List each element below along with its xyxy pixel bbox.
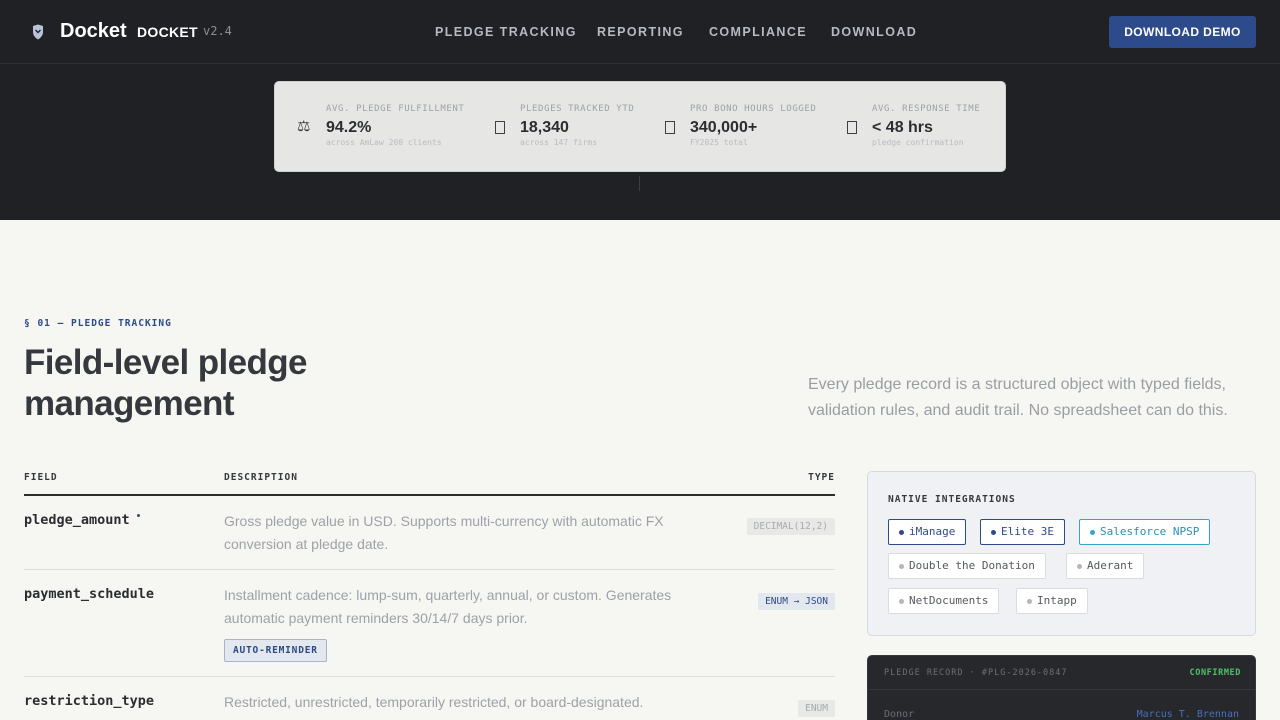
field-name: pledge_amount: [24, 512, 140, 528]
field-name-text: pledge_amount: [24, 512, 130, 528]
integration-chip-aderant[interactable]: Aderant: [1066, 553, 1145, 579]
section-title: Field-level pledge management: [24, 343, 307, 423]
status-dot-icon: [1090, 530, 1095, 535]
nav-reporting[interactable]: REPORTING: [597, 25, 684, 39]
type-badge: ENUM: [798, 700, 835, 717]
scroll-indicator: [639, 176, 640, 191]
pledge-record-label: PLEDGE RECORD · #PLG-2026-0847: [884, 668, 1068, 678]
status-dot-icon: [899, 564, 904, 569]
chip-label: Aderant: [1087, 559, 1134, 572]
stat-sub: pledge confirmation: [872, 138, 964, 147]
stat-sub: across AmLaw 200 clients: [326, 138, 442, 147]
field-description: Restricted, unrestricted, temporarily re…: [224, 694, 644, 720]
column-header-field: FIELD: [24, 472, 58, 483]
auto-reminder-tag: AUTO-REMINDER: [224, 639, 327, 662]
stat-label: PRO BONO HOURS LOGGED: [690, 104, 817, 114]
download-demo-button[interactable]: DOWNLOAD DEMO: [1109, 16, 1256, 48]
status-dot-icon: [1077, 564, 1082, 569]
document-icon: [495, 121, 505, 134]
stat-value: 18,340: [520, 119, 569, 136]
chip-label: iManage: [909, 525, 956, 538]
stat-label: AVG. PLEDGE FULFILLMENT: [326, 104, 465, 114]
stat-sub: across 147 firms: [520, 138, 598, 147]
main-nav: PLEDGE TRACKING REPORTING COMPLIANCE DOW…: [0, 25, 1280, 39]
record-field-key: Donor: [884, 709, 915, 720]
integrations-title: NATIVE INTEGRATIONS: [888, 494, 1016, 505]
field-name: payment_schedule: [24, 586, 155, 602]
chip-label: NetDocuments: [909, 594, 989, 607]
scales-icon: ⚖: [297, 118, 311, 135]
type-badge: ENUM → JSON: [758, 593, 835, 610]
nav-pledge-tracking[interactable]: PLEDGE TRACKING: [435, 25, 577, 39]
stat-sub: FY2025 total: [690, 138, 748, 147]
column-header-type: TYPE: [808, 472, 835, 483]
pledge-record-card: PLEDGE RECORD · #PLG-2026-0847 CONFIRMED…: [867, 655, 1256, 720]
section-description: Every pledge record is a structured obje…: [808, 376, 1228, 419]
integration-chip-elite-3e[interactable]: Elite 3E: [980, 519, 1065, 545]
integration-chip-salesforce-npsp[interactable]: Salesforce NPSP: [1079, 519, 1211, 545]
check-icon: [847, 121, 857, 134]
field-description: Installment cadence: lump-sum, quarterly…: [224, 587, 672, 626]
stat-label: AVG. RESPONSE TIME: [872, 104, 981, 114]
table-row: pledge_amount Gross pledge value in USD.…: [24, 496, 835, 570]
chip-label: Salesforce NPSP: [1100, 525, 1200, 538]
nav-download[interactable]: DOWNLOAD: [831, 25, 917, 39]
table-row: payment_schedule Installment cadence: lu…: [24, 570, 835, 677]
status-dot-icon: [991, 530, 996, 535]
stat-value: 340,000+: [690, 119, 758, 136]
field-description: Gross pledge value in USD. Supports mult…: [224, 513, 664, 552]
integrations-card: NATIVE INTEGRATIONS iManage Elite 3E Sal…: [867, 471, 1256, 636]
stats-card: ⚖ AVG. PLEDGE FULFILLMENT 94.2% across A…: [274, 81, 1006, 172]
hero-section: Docket DOCKET v2.4 PLEDGE TRACKING REPOR…: [0, 0, 1280, 220]
column-header-description: DESCRIPTION: [224, 472, 298, 483]
required-indicator: [136, 514, 140, 517]
field-table-header: FIELD DESCRIPTION TYPE: [24, 472, 835, 496]
status-dot-icon: [899, 599, 904, 604]
pledge-record-header: PLEDGE RECORD · #PLG-2026-0847 CONFIRMED: [868, 656, 1255, 690]
table-row: restriction_type Restricted, unrestricte…: [24, 677, 835, 720]
type-badge: DECIMAL(12,2): [746, 518, 835, 535]
status-dot-icon: [899, 530, 904, 535]
stat-value: 94.2%: [326, 119, 372, 136]
nav-compliance[interactable]: COMPLIANCE: [709, 25, 807, 39]
integration-chip-double-the-donation[interactable]: Double the Donation: [888, 553, 1046, 579]
chip-label: Double the Donation: [909, 559, 1035, 572]
clock-icon: [665, 121, 675, 134]
field-name: restriction_type: [24, 693, 155, 709]
integration-chip-imanage[interactable]: iManage: [888, 519, 967, 545]
top-navigation-bar: Docket DOCKET v2.4 PLEDGE TRACKING REPOR…: [0, 0, 1280, 64]
record-field-value: Marcus T. Brennan: [1136, 709, 1239, 720]
stat-label: PLEDGES TRACKED YTD: [520, 104, 635, 114]
status-badge: CONFIRMED: [1189, 668, 1241, 678]
stat-value: < 48 hrs: [872, 119, 933, 136]
section-eyebrow: § 01 — PLEDGE TRACKING: [24, 318, 172, 329]
chip-label: Intapp: [1037, 594, 1077, 607]
integration-chip-netdocuments[interactable]: NetDocuments: [888, 588, 1000, 614]
chip-label: Elite 3E: [1001, 525, 1054, 538]
integration-chip-intapp[interactable]: Intapp: [1016, 588, 1088, 614]
status-dot-icon: [1027, 599, 1032, 604]
